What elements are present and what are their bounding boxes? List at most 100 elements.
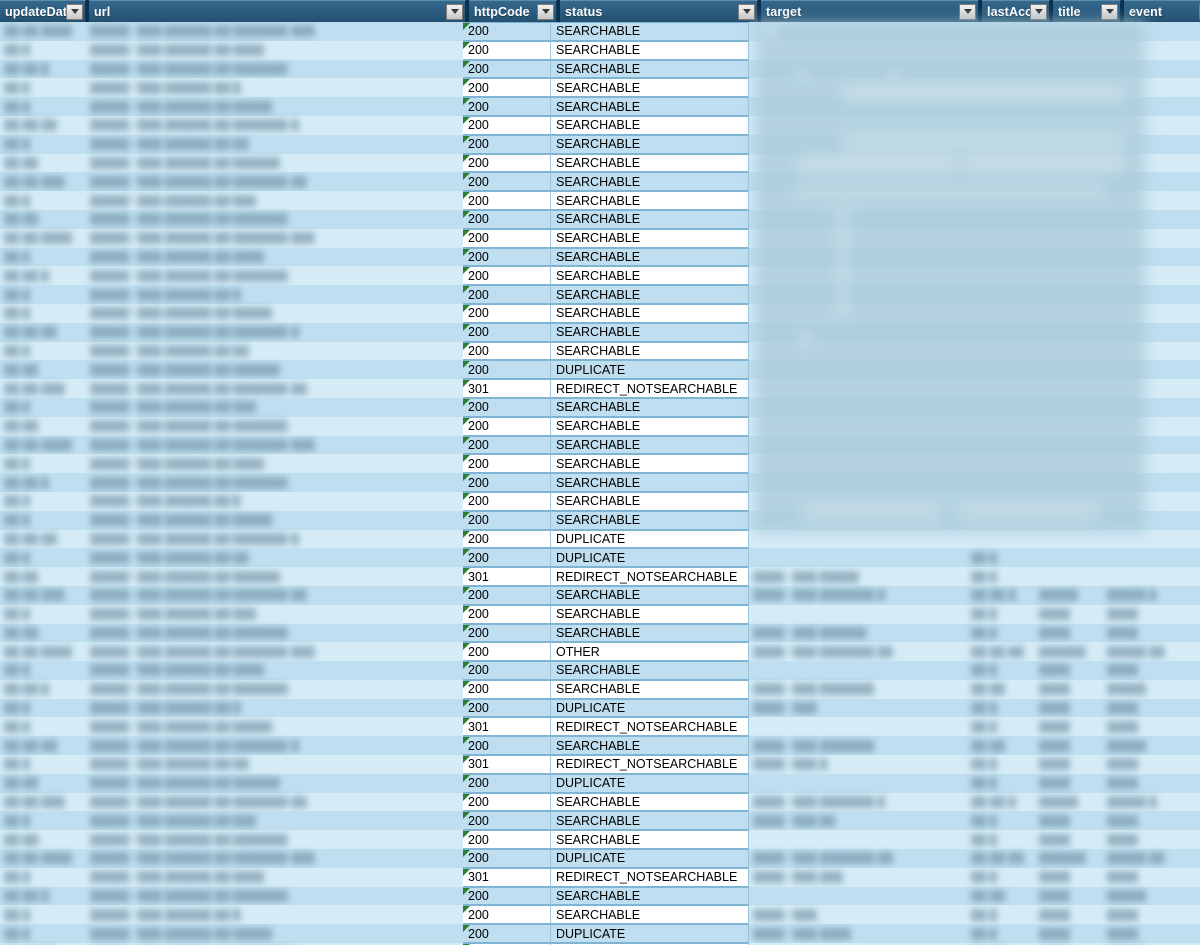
cell-httpCode[interactable]: 200: [463, 623, 551, 643]
table-row[interactable]: ██.█ █████://███.██████.██/█████ 200 SEARCH…: [0, 510, 1200, 530]
table-row[interactable]: ██.██. █████://███.██████.██/███████ 200 SE…: [0, 830, 1200, 850]
table-row[interactable]: ██.█ █████://███.██████.██/████ 200 SEARCHA…: [0, 40, 1200, 60]
cell-lastAccess[interactable]: [967, 436, 1035, 455]
cell-updateDate[interactable]: ██.██: [0, 360, 86, 379]
cell-url[interactable]: █████://███.██████.██/███████-█: [86, 530, 463, 549]
cell-httpCode[interactable]: 301: [463, 867, 551, 887]
cell-target[interactable]: [749, 717, 967, 736]
cell-title[interactable]: [1035, 97, 1103, 116]
table-row[interactable]: ██.█ █████://███.██████.██/███ 200 SEARCHAB…: [0, 191, 1200, 210]
grid-body[interactable]: ██.██.████ █████://███.██████.██/███████-…: [0, 22, 1200, 945]
table-row[interactable]: ██.█ █████://███.██████.██/████ 200 SEARCHA…: [0, 247, 1200, 267]
cell-title[interactable]: [1035, 172, 1103, 191]
cell-status[interactable]: SEARCHABLE: [551, 830, 749, 850]
cell-lastAccess[interactable]: ██.█: [967, 811, 1035, 830]
cell-httpCode[interactable]: 200: [463, 604, 551, 624]
cell-title[interactable]: [1035, 135, 1103, 154]
cell-event[interactable]: [1103, 172, 1198, 191]
cell-status[interactable]: SEARCHABLE: [551, 886, 749, 906]
cell-status[interactable]: SEARCHABLE: [551, 40, 749, 60]
cell-url[interactable]: █████://███.██████.██/████: [86, 454, 463, 473]
cell-status[interactable]: SEARCHABLE: [551, 247, 749, 267]
cell-url[interactable]: █████://███.██████.██/███████-█: [86, 736, 463, 755]
cell-httpCode[interactable]: 200: [463, 454, 551, 474]
cell-title[interactable]: ████: [1035, 699, 1103, 718]
cell-event[interactable]: ████: [1103, 717, 1198, 736]
cell-updateDate[interactable]: ██.██.█: [0, 60, 86, 79]
cell-url[interactable]: █████://███.██████.██/█████: [86, 511, 463, 530]
cell-lastAccess[interactable]: [967, 229, 1035, 248]
cell-httpCode[interactable]: 200: [463, 172, 551, 192]
cell-url[interactable]: █████://███.██████.██/███████-: [86, 887, 463, 906]
cell-httpCode[interactable]: 200: [463, 679, 551, 699]
cell-status[interactable]: REDIRECT_NOTSEARCHABLE: [551, 755, 749, 774]
cell-url[interactable]: █████://███.██████.██/███████-: [86, 473, 463, 492]
cell-event[interactable]: [1103, 41, 1198, 60]
cell-target[interactable]: [749, 41, 967, 60]
cell-title[interactable]: [1035, 191, 1103, 210]
chevron-down-icon[interactable]: [959, 3, 976, 20]
cell-event[interactable]: [1103, 530, 1198, 549]
cell-updateDate[interactable]: ██.██.█: [0, 887, 86, 906]
cell-lastAccess[interactable]: ██.█: [967, 905, 1035, 924]
cell-title[interactable]: [1035, 379, 1103, 398]
cell-updateDate[interactable]: ██.█: [0, 811, 86, 830]
cell-target[interactable]: [749, 135, 967, 154]
column-header-updateDate[interactable]: updateDate: [0, 0, 86, 22]
cell-target[interactable]: ████://███.███████.: [749, 736, 967, 755]
cell-status[interactable]: SEARCHABLE: [551, 736, 749, 756]
cell-status[interactable]: SEARCHABLE: [551, 172, 749, 192]
cell-httpCode[interactable]: 200: [463, 40, 551, 60]
cell-title[interactable]: ████: [1035, 717, 1103, 736]
cell-lastAccess[interactable]: [967, 360, 1035, 379]
cell-updateDate[interactable]: ██.██.██: [0, 116, 86, 135]
cell-status[interactable]: DUPLICATE: [551, 924, 749, 944]
cell-target[interactable]: [749, 342, 967, 361]
cell-event[interactable]: [1103, 454, 1198, 473]
cell-lastAccess[interactable]: [967, 285, 1035, 304]
cell-target[interactable]: ████://███.█: [749, 755, 967, 774]
cell-title[interactable]: [1035, 304, 1103, 323]
column-header-title[interactable]: title: [1053, 0, 1121, 22]
table-row[interactable]: ██.██ █████://███.██████.██/██████ 200 DUPL…: [0, 773, 1200, 793]
cell-status[interactable]: SEARCHABLE: [551, 510, 749, 530]
cell-status[interactable]: REDIRECT_NOTSEARCHABLE: [551, 379, 749, 398]
cell-title[interactable]: [1035, 266, 1103, 285]
cell-status[interactable]: REDIRECT_NOTSEARCHABLE: [551, 567, 749, 586]
cell-url[interactable]: █████://███.██████.██/██: [86, 548, 463, 567]
cell-updateDate[interactable]: ██.██.██: [0, 736, 86, 755]
cell-updateDate[interactable]: ██.█: [0, 97, 86, 116]
cell-url[interactable]: █████://███.██████.██/███████-██: [86, 172, 463, 191]
cell-url[interactable]: █████://███.██████.██/███: [86, 191, 463, 210]
cell-lastAccess[interactable]: ██.██.█: [967, 793, 1035, 812]
cell-httpCode[interactable]: 200: [463, 510, 551, 530]
cell-httpCode[interactable]: 200: [463, 397, 551, 417]
cell-event[interactable]: [1103, 97, 1198, 116]
table-row[interactable]: ██.█ █████://███.██████.██/████ 200 SEARCHA…: [0, 661, 1200, 680]
cell-event[interactable]: [1103, 135, 1198, 154]
cell-updateDate[interactable]: ██.█: [0, 342, 86, 361]
cell-httpCode[interactable]: 200: [463, 341, 551, 361]
cell-lastAccess[interactable]: [967, 454, 1035, 473]
cell-url[interactable]: █████://███.██████.██/███████-█: [86, 116, 463, 135]
cell-httpCode[interactable]: 200: [463, 548, 551, 568]
cell-updateDate[interactable]: ██.██.████: [0, 22, 86, 41]
cell-target[interactable]: [749, 266, 967, 285]
cell-url[interactable]: █████://███.██████.██/███████-: [86, 680, 463, 699]
cell-target[interactable]: ████://███.███████.█: [749, 586, 967, 605]
cell-event[interactable]: [1103, 266, 1198, 285]
table-row[interactable]: ██.█ █████://███.██████.██/█ 200 DUPLICATE █…: [0, 698, 1200, 718]
cell-url[interactable]: █████://███.██████.██/█████: [86, 717, 463, 736]
table-row[interactable]: ██.█ █████://███.██████.██/█████ 200 SEARCH…: [0, 97, 1200, 116]
table-row[interactable]: ██.██ █████://███.██████.██/██████ 301 REDI…: [0, 567, 1200, 586]
cell-lastAccess[interactable]: ██.██.██: [967, 642, 1035, 661]
cell-lastAccess[interactable]: ██.█: [967, 924, 1035, 943]
cell-status[interactable]: SEARCHABLE: [551, 97, 749, 116]
cell-url[interactable]: █████://███.██████.██/███████: [86, 417, 463, 436]
cell-target[interactable]: [749, 473, 967, 492]
cell-httpCode[interactable]: 200: [463, 115, 551, 135]
cell-event[interactable]: [1103, 360, 1198, 379]
cell-status[interactable]: SEARCHABLE: [551, 191, 749, 210]
table-row[interactable]: ██.██.█ █████://███.██████.██/███████- 200…: [0, 473, 1200, 492]
cell-lastAccess[interactable]: [967, 248, 1035, 267]
